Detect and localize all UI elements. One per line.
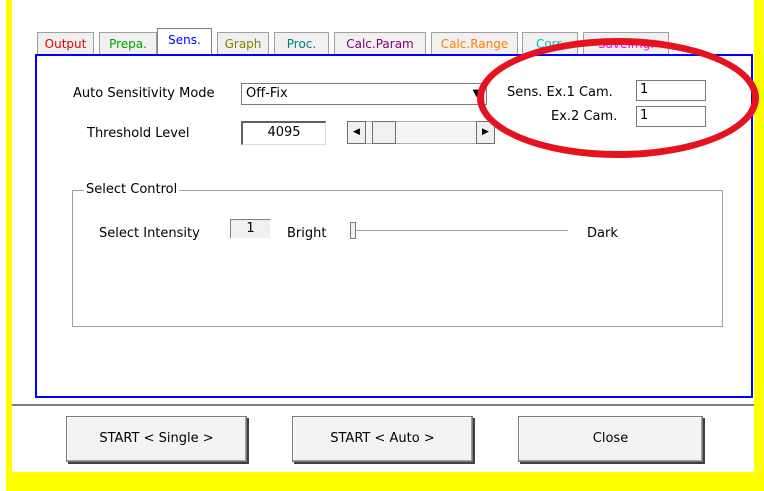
select-control-legend: Select Control: [84, 182, 180, 197]
threshold-level-field[interactable]: 4095: [241, 121, 326, 145]
annotation-ellipse: [477, 38, 759, 158]
auto-sensitivity-mode-value: Off-Fix: [246, 86, 288, 101]
tab-sens[interactable]: Sens.: [157, 28, 212, 55]
tab-label: Graph: [224, 37, 262, 51]
divider-highlight: [12, 406, 754, 407]
select-intensity-label: Select Intensity: [99, 226, 200, 241]
select-control-group: [72, 190, 723, 327]
tab-label: Output: [44, 37, 87, 51]
threshold-level-label: Threshold Level: [87, 126, 190, 141]
tab-proc[interactable]: Proc.: [274, 32, 329, 54]
threshold-scrollbar-thumb[interactable]: [371, 121, 396, 144]
tab-label: Calc.Range: [440, 37, 509, 51]
close-button[interactable]: Close: [518, 416, 703, 462]
window-frame-right: [754, 0, 764, 491]
scroll-left-icon[interactable]: ◀: [347, 121, 366, 144]
tab-graph[interactable]: Graph: [217, 32, 269, 54]
auto-sensitivity-mode-label: Auto Sensitivity Mode: [73, 86, 215, 101]
tab-label: Sens.: [168, 33, 201, 47]
intensity-slider-thumb[interactable]: [350, 222, 356, 239]
tab-label: Prepa.: [109, 37, 147, 51]
start-single-button[interactable]: START < Single >: [66, 416, 247, 462]
bright-label: Bright: [287, 226, 327, 241]
intensity-slider-track[interactable]: [352, 230, 568, 232]
tab-prepa[interactable]: Prepa.: [99, 32, 157, 54]
select-intensity-value: 1: [230, 219, 271, 239]
window-frame-bottom: [6, 472, 764, 491]
tab-label: Proc.: [286, 37, 317, 51]
tab-calc-param[interactable]: Calc.Param: [334, 32, 426, 54]
start-auto-button[interactable]: START < Auto >: [292, 416, 473, 462]
auto-sensitivity-mode-select[interactable]: Off-Fix ▼: [241, 83, 487, 105]
tab-label: Calc.Param: [346, 37, 414, 51]
dark-label: Dark: [587, 226, 618, 241]
tab-output[interactable]: Output: [37, 32, 94, 54]
tab-calc-range[interactable]: Calc.Range: [431, 32, 518, 54]
